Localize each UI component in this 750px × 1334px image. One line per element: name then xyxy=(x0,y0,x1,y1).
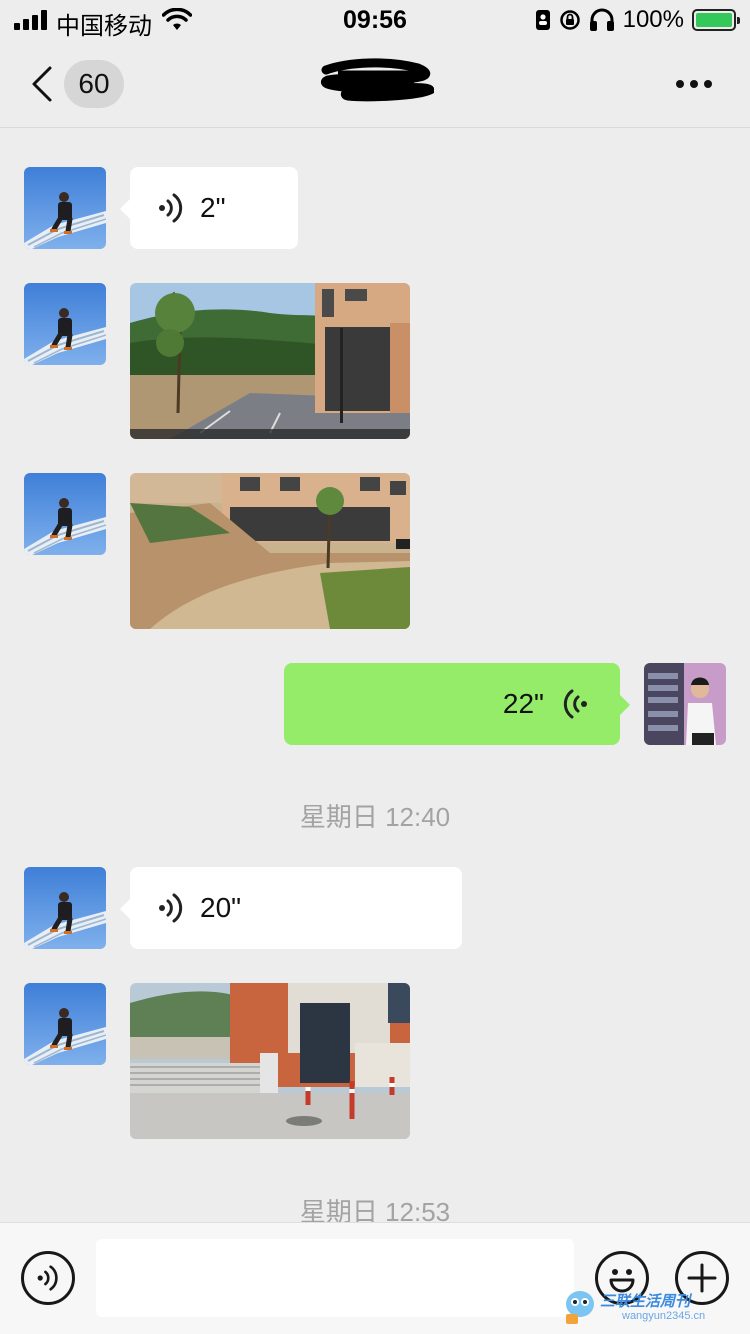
voice-wave-icon xyxy=(159,893,183,923)
photo-gate[interactable] xyxy=(130,983,410,1139)
status-icons: 100% xyxy=(535,6,740,34)
battery-percent: 100% xyxy=(622,6,684,33)
contact-avatar[interactable] xyxy=(24,473,106,555)
contact-avatar[interactable] xyxy=(24,167,106,249)
watermark-url: wangyun2345.cn xyxy=(622,1310,706,1322)
timestamp: 星期日 12:40 xyxy=(299,802,451,832)
voice-mode-icon xyxy=(37,1265,58,1291)
voice-message-bubble[interactable]: 2" xyxy=(120,167,298,249)
chat-header: 60 xyxy=(0,40,750,128)
photo-road-building[interactable] xyxy=(130,283,410,439)
unread-count-badge[interactable]: 60 xyxy=(64,60,124,108)
mascot-icon xyxy=(566,1291,594,1324)
voice-mode-button[interactable] xyxy=(21,1251,75,1305)
contact-avatar[interactable] xyxy=(24,283,106,365)
voice-wave-icon xyxy=(159,193,183,223)
voice-message-bubble[interactable]: 20" xyxy=(120,867,462,949)
battery-icon xyxy=(692,9,740,31)
contact-avatar[interactable] xyxy=(24,983,106,1065)
voice-duration: 20" xyxy=(200,892,242,923)
voice-duration: 2" xyxy=(200,192,226,223)
back-chevron-icon[interactable] xyxy=(28,64,56,104)
rotation-lock-icon xyxy=(559,10,580,30)
redacted-chat-title xyxy=(321,58,434,102)
more-options-icon[interactable] xyxy=(672,72,716,96)
photo-dirt-path[interactable] xyxy=(130,473,410,629)
contact-avatar[interactable] xyxy=(24,867,106,949)
voice-wave-icon xyxy=(563,689,587,719)
voice-duration: 22" xyxy=(502,688,544,719)
watermark-logo: 三联生活周刊 wangyun2345.cn xyxy=(560,1284,740,1328)
headphones-icon xyxy=(589,8,614,31)
message-input[interactable] xyxy=(96,1239,574,1317)
my-avatar[interactable] xyxy=(644,663,726,745)
battery-level xyxy=(696,13,732,27)
sent-voice-message-bubble[interactable]: 22" xyxy=(284,663,630,745)
watermark-text: 三联生活周刊 xyxy=(600,1293,691,1310)
status-bar: 中国移动 09:56 100% xyxy=(0,0,750,40)
id-card-icon xyxy=(535,10,550,30)
